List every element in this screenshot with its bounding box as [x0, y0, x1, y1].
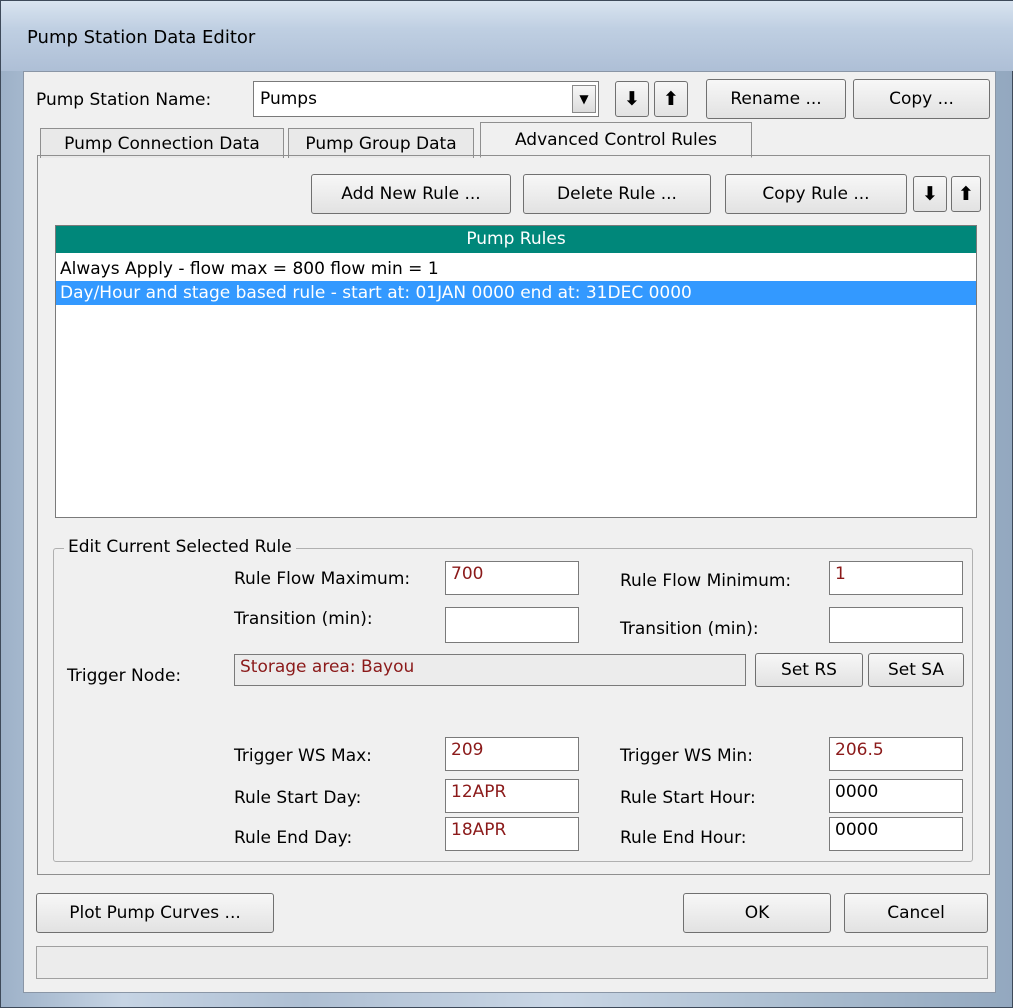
tab-pump-connection-data[interactable]: Pump Connection Data	[40, 128, 284, 158]
rule-move-up-button[interactable]: ⬆	[951, 176, 981, 212]
arrow-up-icon: ⬆	[958, 183, 974, 205]
list-item[interactable]: Always Apply - flow max = 800 flow min =…	[56, 257, 976, 281]
station-name-value: Pumps	[260, 89, 317, 109]
tab-advanced-control-rules[interactable]: Advanced Control Rules	[480, 122, 752, 158]
plot-pump-curves-button[interactable]: Plot Pump Curves ...	[36, 893, 274, 933]
transition-left-input[interactable]	[445, 607, 579, 643]
flow-max-label: Rule Flow Maximum:	[234, 569, 411, 589]
set-sa-button[interactable]: Set SA	[868, 653, 964, 687]
set-rs-button[interactable]: Set RS	[755, 653, 863, 687]
end-day-label: Rule End Day:	[234, 828, 353, 848]
title-bar[interactable]: Pump Station Data Editor	[1, 1, 1013, 71]
ws-min-input[interactable]: 206.5	[829, 737, 963, 771]
edit-rule-group	[53, 548, 973, 862]
station-name-label: Pump Station Name:	[36, 90, 212, 110]
copy-rule-button[interactable]: Copy Rule ...	[725, 174, 907, 214]
chevron-down-icon[interactable]: ▼	[572, 85, 596, 113]
ws-max-input[interactable]: 209	[445, 737, 579, 771]
add-new-rule-button[interactable]: Add New Rule ...	[311, 174, 511, 214]
rename-button[interactable]: Rename ...	[706, 79, 846, 119]
cancel-button[interactable]: Cancel	[844, 893, 988, 933]
flow-min-label: Rule Flow Minimum:	[620, 571, 792, 591]
pump-rules-header: Pump Rules	[56, 226, 976, 253]
move-up-button[interactable]: ⬆	[654, 81, 688, 117]
tab-pump-group-data[interactable]: Pump Group Data	[288, 128, 474, 158]
rule-move-down-button[interactable]: ⬇	[913, 176, 947, 212]
flow-min-input[interactable]: 1	[829, 561, 963, 595]
pump-rules-list[interactable]: Pump Rules Always Apply - flow max = 800…	[55, 225, 977, 518]
trigger-node-label: Trigger Node:	[67, 666, 182, 686]
start-day-input[interactable]: 12APR	[445, 779, 579, 813]
start-hour-input[interactable]: 0000	[829, 779, 963, 813]
end-hour-input[interactable]: 0000	[829, 817, 963, 851]
ok-button[interactable]: OK	[683, 893, 831, 933]
transition-right-label: Transition (min):	[620, 619, 759, 639]
end-hour-label: Rule End Hour:	[620, 828, 747, 848]
move-down-button[interactable]: ⬇	[615, 81, 649, 117]
ws-min-label: Trigger WS Min:	[620, 746, 753, 766]
trigger-node-field: Storage area: Bayou	[234, 654, 746, 686]
copy-button[interactable]: Copy ...	[853, 79, 990, 119]
status-bar	[36, 946, 988, 979]
flow-max-input[interactable]: 700	[445, 561, 579, 595]
arrow-down-icon: ⬇	[922, 183, 938, 205]
start-day-label: Rule Start Day:	[234, 788, 362, 808]
arrow-up-icon: ⬆	[663, 88, 679, 110]
list-item-selected[interactable]: Day/Hour and stage based rule - start at…	[56, 281, 976, 305]
transition-left-label: Transition (min):	[234, 609, 373, 629]
start-hour-label: Rule Start Hour:	[620, 788, 756, 808]
delete-rule-button[interactable]: Delete Rule ...	[523, 174, 711, 214]
end-day-input[interactable]: 18APR	[445, 817, 579, 851]
arrow-down-icon: ⬇	[624, 88, 640, 110]
edit-rule-group-title: Edit Current Selected Rule	[64, 537, 296, 557]
transition-right-input[interactable]	[829, 607, 963, 643]
window-title: Pump Station Data Editor	[27, 27, 256, 48]
station-name-combo[interactable]: Pumps ▼	[253, 81, 599, 117]
ws-max-label: Trigger WS Max:	[234, 746, 372, 766]
